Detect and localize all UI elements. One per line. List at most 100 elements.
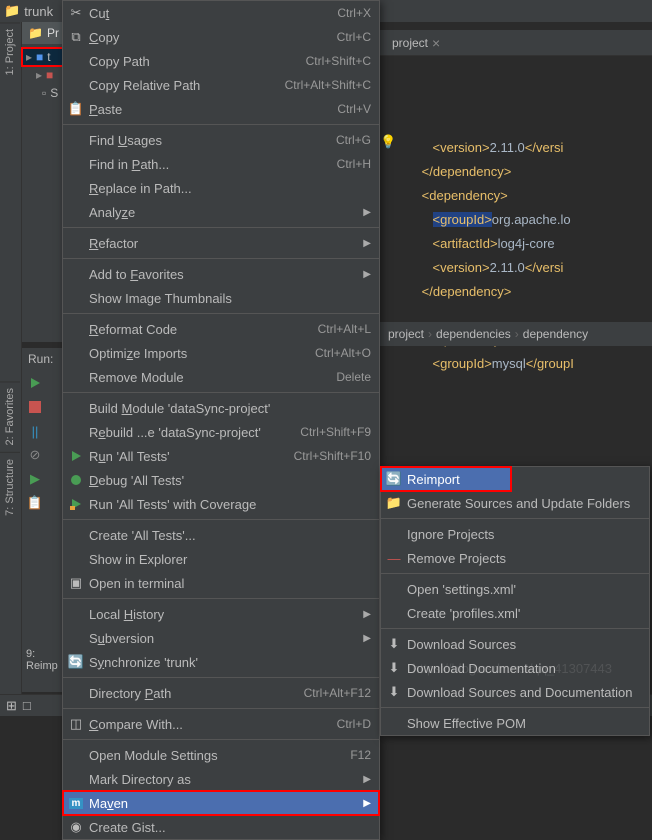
windows-icon[interactable]: ⊞	[6, 698, 17, 714]
bug-icon	[67, 474, 85, 486]
menu-item-cut[interactable]: ✂CutCtrl+X	[63, 1, 379, 25]
menu-item-download-sources[interactable]: ⬇Download Sources	[381, 632, 649, 656]
shortcut: Ctrl+Alt+F12	[304, 686, 371, 700]
rail-structure[interactable]: 7: Structure	[0, 452, 20, 522]
breadcrumb-item[interactable]: dependencies	[436, 327, 511, 341]
menu-label: Remove Module	[89, 370, 336, 385]
menu-item-synchronize-trunk-[interactable]: 🔄Synchronize 'trunk'	[63, 650, 379, 674]
expand-icon[interactable]: ▸	[26, 50, 32, 64]
menu-label: Show Effective POM	[407, 716, 641, 731]
menu-label: Debug 'All Tests'	[89, 473, 371, 488]
reimport-icon: 🔄	[385, 471, 403, 487]
breadcrumb-item[interactable]: dependency	[523, 327, 588, 341]
menu-item-run-all-tests-[interactable]: Run 'All Tests'Ctrl+Shift+F10	[63, 444, 379, 468]
menu-item-create-profiles-xml-[interactable]: Create 'profiles.xml'	[381, 601, 649, 625]
menu-item-replace-in-path-[interactable]: Replace in Path...	[63, 176, 379, 200]
maven-submenu: 🔄Reimport📁Generate Sources and Update Fo…	[380, 466, 650, 736]
menu-item-remove-projects[interactable]: — Remove Projects	[381, 546, 649, 570]
menu-item-build-module-datasync-pro[interactable]: Build Module 'dataSync-project'	[63, 396, 379, 420]
menu-item-local-history[interactable]: Local History▶	[63, 602, 379, 626]
editor-tab[interactable]: project ×	[384, 31, 448, 55]
menu-label: Find Usages	[89, 133, 336, 148]
reimport-tab[interactable]: Reimp	[26, 660, 58, 672]
menu-item-download-documentation[interactable]: ⬇Download Documentation	[381, 656, 649, 680]
menu-item-subversion[interactable]: Subversion ▶	[63, 626, 379, 650]
dump-icon[interactable]: 📋	[26, 494, 44, 512]
menu-label: Download Sources and Documentation	[407, 685, 641, 700]
menu-item-rebuild-e-datasync-projec[interactable]: Rebuild ...e 'dataSync-project'Ctrl+Shif…	[63, 420, 379, 444]
menu-label: Optimize Imports	[89, 346, 315, 361]
menu-label: Copy	[89, 30, 337, 45]
menu-item-add-to-favorites[interactable]: Add to Favorites▶	[63, 262, 379, 286]
menu-item-maven[interactable]: mMaven▶	[63, 791, 379, 815]
lightbulb-icon[interactable]: 💡	[380, 130, 396, 154]
menu-label: Copy Relative Path	[89, 78, 285, 93]
menu-item-copy-relative-path[interactable]: Copy Relative PathCtrl+Alt+Shift+C	[63, 73, 379, 97]
menu-item-create-all-tests-[interactable]: Create 'All Tests'...	[63, 523, 379, 547]
menu-item-show-effective-pom[interactable]: Show Effective POM	[381, 711, 649, 735]
menu-label: Show Image Thumbnails	[89, 291, 371, 306]
menu-label: Create 'All Tests'...	[89, 528, 371, 543]
shortcut: Ctrl+Shift+F9	[300, 425, 371, 439]
menu-label: Build Module 'dataSync-project'	[89, 401, 371, 416]
minus-icon: —	[385, 551, 403, 566]
paste-icon: 📋	[67, 101, 85, 117]
rail-favorites[interactable]: 2: Favorites	[0, 381, 20, 451]
maven-icon: m	[67, 798, 85, 809]
menu-item-open-settings-xml-[interactable]: Open 'settings.xml'	[381, 577, 649, 601]
menu-item-optimize-imports[interactable]: Optimize ImportsCtrl+Alt+O	[63, 341, 379, 365]
menu-item-open-module-settings[interactable]: Open Module SettingsF12	[63, 743, 379, 767]
menu-label: Subversion	[89, 631, 357, 646]
menu-item-open-in-terminal[interactable]: ▣Open in terminal	[63, 571, 379, 595]
menu-item-debug-all-tests-[interactable]: Debug 'All Tests'	[63, 468, 379, 492]
terminal-tab[interactable]: 9:	[26, 648, 58, 660]
menu-item-download-sources-and-docu[interactable]: ⬇Download Sources and Documentation	[381, 680, 649, 704]
run-icon[interactable]: ▶	[26, 470, 44, 488]
menu-item-find-in-path-[interactable]: Find in Path...Ctrl+H	[63, 152, 379, 176]
menu-item-show-image-thumbnails[interactable]: Show Image Thumbnails	[63, 286, 379, 310]
shortcut: Ctrl+C	[337, 30, 371, 44]
menu-item-reimport[interactable]: 🔄Reimport	[381, 467, 511, 491]
menu-item-show-in-explorer[interactable]: Show in Explorer	[63, 547, 379, 571]
rail-project[interactable]: 1: Project	[0, 22, 20, 81]
menu-item-refactor[interactable]: Refactor▶	[63, 231, 379, 255]
close-icon[interactable]: ×	[432, 35, 440, 51]
pause-icon[interactable]: ||	[26, 422, 44, 440]
chevron-right-icon: ▶	[363, 798, 371, 809]
breadcrumb-item[interactable]: project	[388, 327, 424, 341]
shortcut: F12	[350, 748, 371, 762]
menu-item-copy[interactable]: ⧉CopyCtrl+C	[63, 25, 379, 49]
menu-label: Remove Projects	[407, 551, 641, 566]
terminal-icon: ▣	[67, 575, 85, 591]
menu-label: Copy Path	[89, 54, 306, 69]
shortcut: Ctrl+H	[337, 157, 371, 171]
menu-item-analyze[interactable]: Analyze▶	[63, 200, 379, 224]
menu-item-reformat-code[interactable]: Reformat CodeCtrl+Alt+L	[63, 317, 379, 341]
chevron-right-icon: ▶	[363, 633, 371, 644]
menu-item-copy-path[interactable]: Copy PathCtrl+Shift+C	[63, 49, 379, 73]
menu-item-remove-module[interactable]: Remove ModuleDelete	[63, 365, 379, 389]
menu-item-directory-path[interactable]: Directory PathCtrl+Alt+F12	[63, 681, 379, 705]
menu-item-paste[interactable]: 📋PasteCtrl+V	[63, 97, 379, 121]
chevron-right-icon: ▶	[363, 269, 371, 280]
square-icon[interactable]: □	[23, 698, 31, 713]
rerun-icon[interactable]	[26, 374, 44, 392]
context-menu: ✂CutCtrl+X⧉CopyCtrl+CCopy PathCtrl+Shift…	[62, 0, 380, 840]
menu-item-generate-sources-and-upda[interactable]: 📁Generate Sources and Update Folders	[381, 491, 649, 515]
menu-label: Find in Path...	[89, 157, 337, 172]
download-icon: ⬇	[385, 636, 403, 652]
mute-icon[interactable]: ⊘	[26, 446, 44, 464]
menu-item-mark-directory-as[interactable]: Mark Directory as▶	[63, 767, 379, 791]
shortcut: Delete	[336, 370, 371, 384]
shortcut: Ctrl+D	[337, 717, 371, 731]
menu-item-create-gist-[interactable]: ◉Create Gist...	[63, 815, 379, 839]
coverage-icon	[67, 498, 85, 510]
shortcut: Ctrl+Alt+Shift+C	[285, 78, 371, 92]
stop-icon[interactable]	[26, 398, 44, 416]
menu-label: Create 'profiles.xml'	[407, 606, 641, 621]
shortcut: Ctrl+G	[336, 133, 371, 147]
download-icon: ⬇	[385, 660, 403, 676]
menu-item-find-usages[interactable]: Find UsagesCtrl+G	[63, 128, 379, 152]
menu-item-ignore-projects[interactable]: Ignore Projects	[381, 522, 649, 546]
menu-item-run-all-tests-with-covera[interactable]: Run 'All Tests' with Coverage	[63, 492, 379, 516]
